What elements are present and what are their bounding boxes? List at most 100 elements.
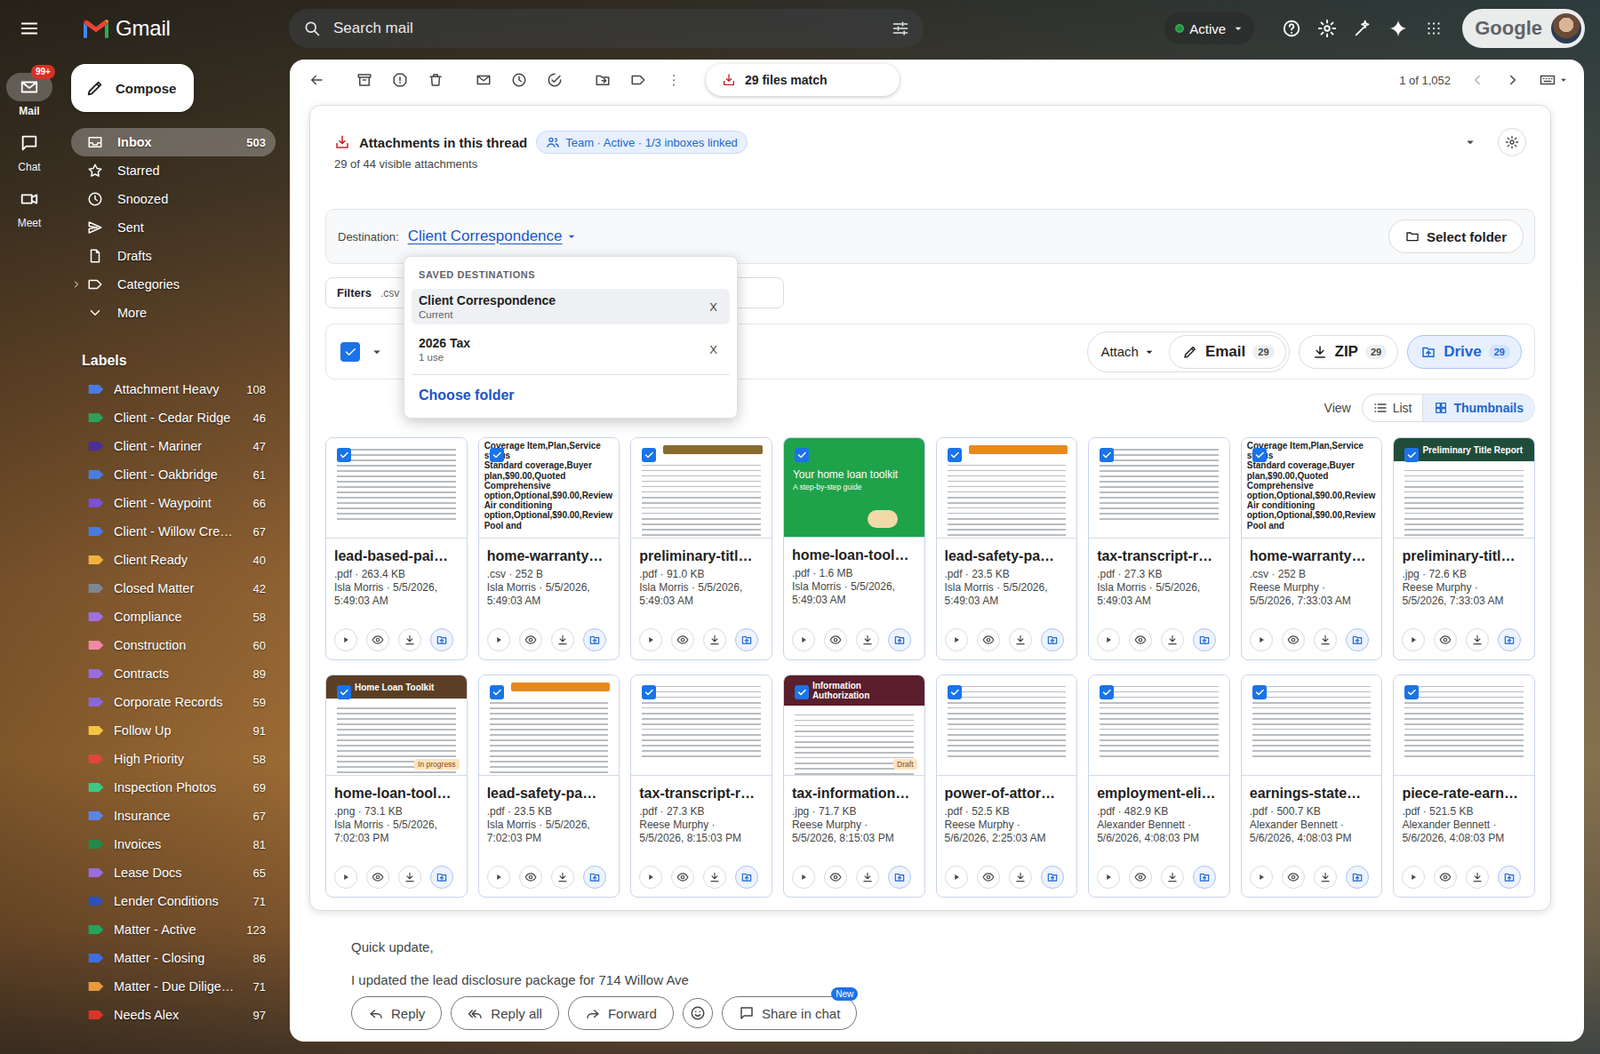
toolbar-button[interactable] bbox=[417, 64, 454, 96]
download-button[interactable] bbox=[1160, 628, 1184, 652]
eye-button[interactable] bbox=[1433, 865, 1457, 889]
menu-icon[interactable] bbox=[19, 18, 40, 39]
play-button[interactable] bbox=[1249, 865, 1273, 889]
label-item[interactable]: Client - Cedar Ridge46 bbox=[71, 403, 276, 432]
download-button[interactable] bbox=[1313, 628, 1337, 652]
attachment-thumbnail[interactable] bbox=[936, 675, 1078, 776]
attachment-thumbnail[interactable] bbox=[936, 438, 1078, 539]
drive-button[interactable] bbox=[888, 865, 912, 889]
view-option[interactable]: Thumbnails bbox=[1422, 394, 1535, 422]
attachment-card[interactable]: Home Loan ToolkitIn progresshome-loan-to… bbox=[325, 674, 468, 898]
attachment-settings-button[interactable] bbox=[1497, 128, 1527, 157]
settings-gear-icon[interactable] bbox=[1317, 18, 1337, 39]
download-button[interactable] bbox=[1313, 865, 1337, 889]
attachment-checkbox[interactable] bbox=[947, 448, 962, 463]
nav-item[interactable]: Sent bbox=[71, 213, 276, 242]
attachment-card[interactable]: tax-transcript-r….pdf · 27.3 KBReese Mur… bbox=[630, 674, 773, 898]
label-item[interactable]: Matter - Active123 bbox=[71, 915, 276, 944]
label-item[interactable]: Matter - Closing86 bbox=[71, 944, 276, 973]
attachment-checkbox[interactable] bbox=[1252, 685, 1267, 700]
download-button[interactable] bbox=[1160, 865, 1184, 889]
label-item[interactable]: Attachment Heavy108 bbox=[71, 375, 276, 404]
drive-action-button[interactable]: Drive29 bbox=[1407, 335, 1522, 369]
destination-dropdown[interactable]: Client Correspondence bbox=[408, 227, 579, 246]
eye-button[interactable] bbox=[671, 628, 695, 652]
download-button[interactable] bbox=[856, 865, 880, 889]
download-button[interactable] bbox=[1008, 865, 1032, 889]
account-pill[interactable]: Google bbox=[1462, 8, 1585, 48]
reply-button[interactable]: Reply bbox=[351, 996, 442, 1031]
play-button[interactable] bbox=[1401, 865, 1425, 889]
label-item[interactable]: Corporate Records59 bbox=[71, 688, 276, 717]
attachment-checkbox[interactable] bbox=[1404, 685, 1419, 700]
attachment-checkbox[interactable] bbox=[1252, 448, 1267, 463]
drive-button[interactable] bbox=[583, 628, 607, 652]
play-button[interactable] bbox=[1096, 628, 1120, 652]
compose-button[interactable]: Compose bbox=[71, 64, 194, 112]
drive-button[interactable] bbox=[430, 865, 454, 889]
play-button[interactable] bbox=[487, 628, 511, 652]
attachment-card[interactable]: power-of-attor….pdf · 52.5 KBReese Murph… bbox=[936, 674, 1079, 898]
label-item[interactable]: Client - Mariner47 bbox=[71, 432, 276, 461]
play-button[interactable] bbox=[639, 628, 663, 652]
drive-button[interactable] bbox=[735, 865, 759, 889]
toolbar-button[interactable] bbox=[584, 64, 621, 96]
play-button[interactable] bbox=[487, 865, 511, 889]
attachment-checkbox[interactable] bbox=[947, 685, 962, 700]
eye-button[interactable] bbox=[824, 628, 848, 652]
toolbar-button[interactable] bbox=[536, 64, 573, 96]
play-button[interactable] bbox=[639, 865, 663, 889]
attachment-card[interactable]: earnings-state….pdf · 500.7 KBAlexander … bbox=[1240, 674, 1384, 898]
label-item[interactable]: Matter - Due Dilige…71 bbox=[71, 972, 276, 1001]
attachment-checkbox[interactable] bbox=[641, 448, 656, 463]
attachment-thumbnail[interactable]: Information AuthorizationDraft bbox=[784, 675, 925, 776]
attachment-card[interactable]: lead-safety-pa….pdf · 23.5 KBIsla Morris… bbox=[478, 674, 621, 898]
drive-button[interactable] bbox=[1192, 865, 1216, 889]
filter-chip[interactable]: .csv bbox=[380, 287, 400, 300]
gmail-logo[interactable]: Gmail bbox=[66, 16, 289, 41]
rail-item[interactable]: Meet bbox=[6, 184, 53, 241]
remove-destination-button[interactable]: X bbox=[705, 300, 721, 314]
attachment-checkbox[interactable] bbox=[1404, 448, 1419, 463]
attachment-thumbnail[interactable]: Coverage Item,Plan,Service status Standa… bbox=[479, 438, 620, 539]
play-button[interactable] bbox=[792, 865, 816, 889]
drive-button[interactable] bbox=[1345, 865, 1369, 889]
attachment-card[interactable]: Coverage Item,Plan,Service status Standa… bbox=[1240, 437, 1384, 661]
label-item[interactable]: Lender Conditions71 bbox=[71, 887, 276, 916]
eye-button[interactable] bbox=[519, 865, 543, 889]
zip-action-button[interactable]: ZIP29 bbox=[1298, 335, 1400, 369]
download-button[interactable] bbox=[551, 865, 575, 889]
play-button[interactable] bbox=[334, 628, 358, 652]
email-action-button[interactable]: Email29 bbox=[1168, 335, 1287, 369]
expand-arrow-icon[interactable] bbox=[71, 279, 82, 290]
drive-button[interactable] bbox=[888, 628, 912, 652]
emoji-button[interactable] bbox=[682, 998, 713, 1029]
remove-destination-button[interactable]: X bbox=[705, 343, 721, 357]
download-button[interactable] bbox=[398, 628, 422, 652]
attachment-card[interactable]: lead-safety-pa….pdf · 23.5 KBIsla Morris… bbox=[936, 437, 1079, 661]
attachment-thumbnail[interactable] bbox=[1241, 675, 1383, 776]
select-menu-caret-icon[interactable] bbox=[368, 344, 385, 360]
nav-item[interactable]: Categories bbox=[71, 270, 276, 299]
download-button[interactable] bbox=[703, 628, 727, 652]
toolbar-button[interactable] bbox=[501, 64, 537, 96]
label-item[interactable]: Invoices81 bbox=[71, 830, 276, 859]
eye-button[interactable] bbox=[519, 628, 543, 652]
download-button[interactable] bbox=[1008, 628, 1032, 652]
label-item[interactable]: Construction60 bbox=[71, 631, 276, 660]
play-button[interactable] bbox=[334, 865, 358, 889]
label-item[interactable]: Client Ready40 bbox=[71, 545, 276, 575]
label-item[interactable]: Needs Alex97 bbox=[71, 1000, 276, 1030]
attachment-thumbnail[interactable] bbox=[479, 675, 620, 776]
download-button[interactable] bbox=[856, 628, 880, 652]
chat-button[interactable]: Share in chatNew bbox=[721, 996, 857, 1031]
play-button[interactable] bbox=[792, 628, 816, 652]
attachment-thumbnail[interactable] bbox=[1393, 675, 1535, 776]
attachment-checkbox[interactable] bbox=[794, 685, 809, 700]
attachment-card[interactable]: Preliminary Title Reportpreliminary-titl… bbox=[1392, 437, 1536, 661]
drive-button[interactable] bbox=[1497, 628, 1521, 652]
attachment-checkbox[interactable] bbox=[794, 448, 809, 463]
attachment-card[interactable]: tax-transcript-r….pdf · 27.3 KBIsla Morr… bbox=[1088, 437, 1231, 661]
play-button[interactable] bbox=[1401, 628, 1425, 652]
apps-grid-icon[interactable] bbox=[1424, 18, 1444, 39]
